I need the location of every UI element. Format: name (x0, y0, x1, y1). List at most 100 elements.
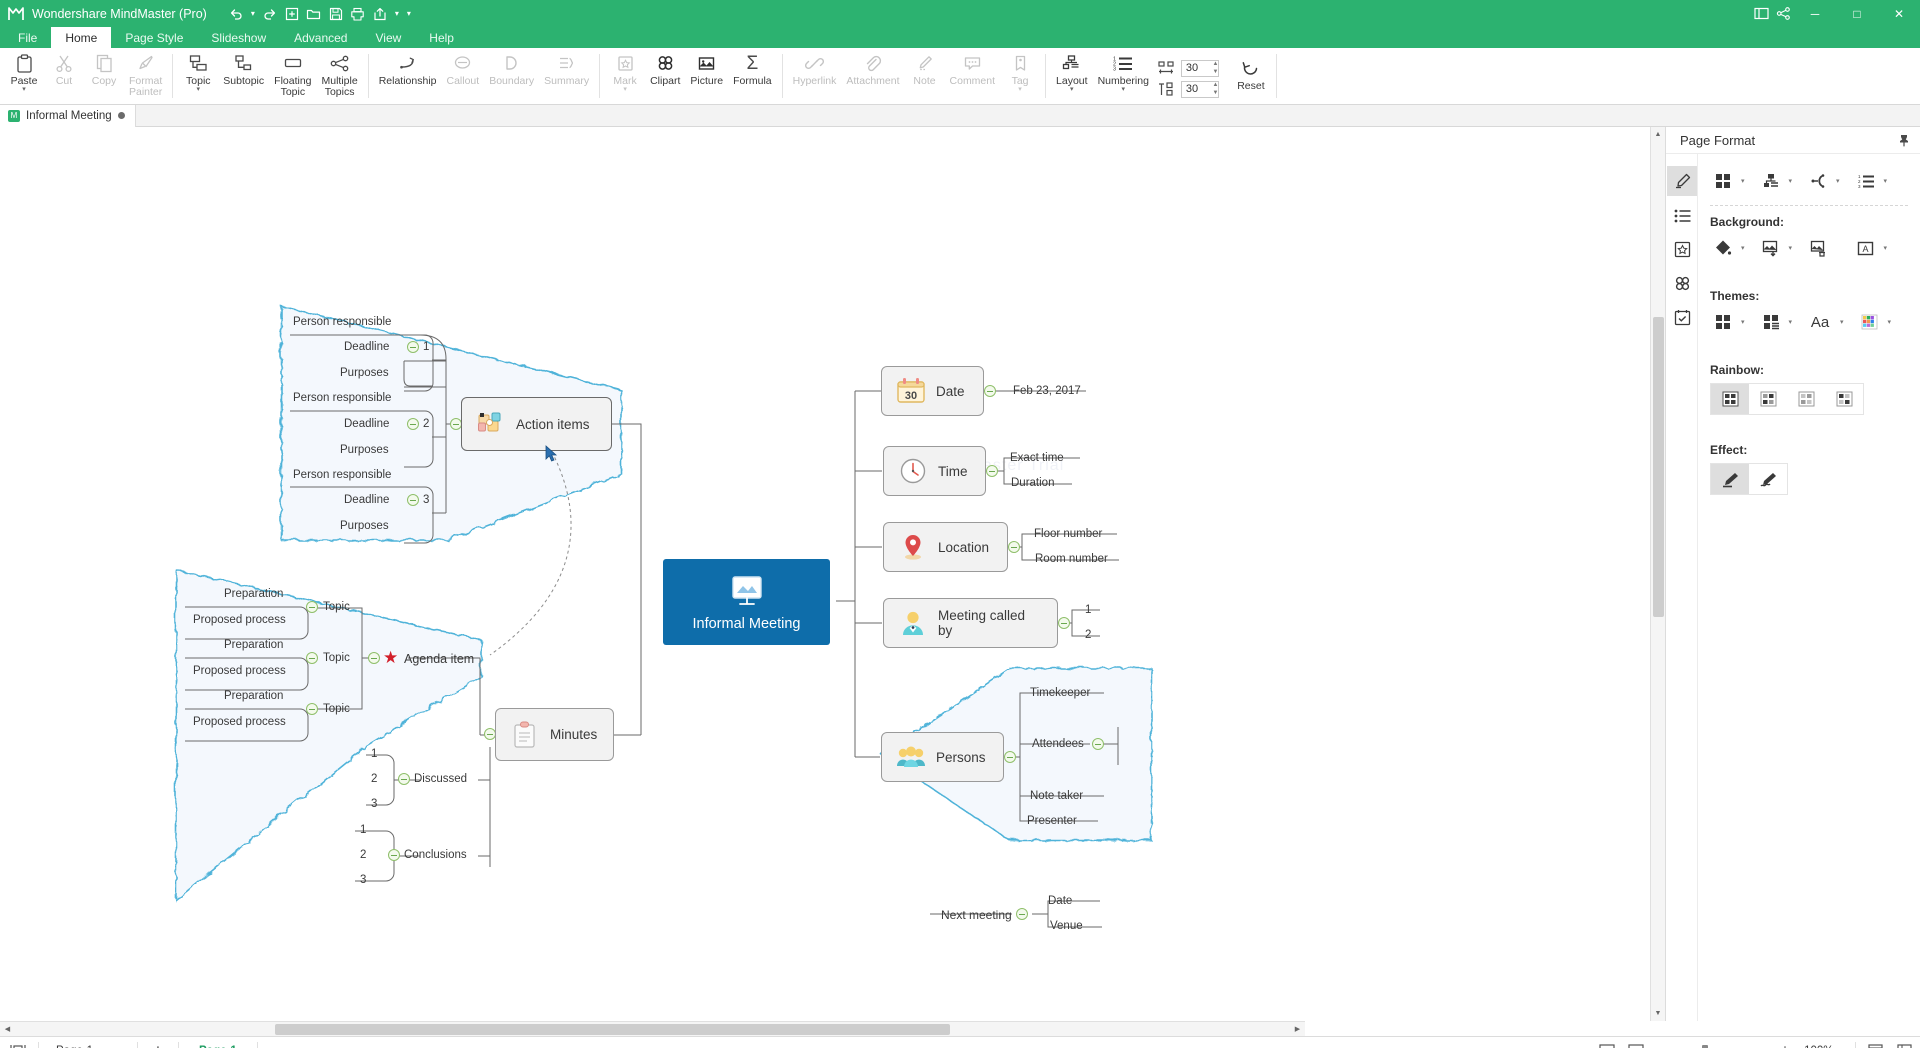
leaf-next-meeting-venue[interactable]: Venue (1050, 920, 1083, 932)
layout-dropdown-icon[interactable]: ▾ (1070, 87, 1074, 93)
layout-numbering-button[interactable]: 123 (1853, 168, 1879, 194)
leaf-preparation-2[interactable]: Preparation (224, 639, 283, 651)
paste-dropdown-icon[interactable]: ▾ (22, 87, 26, 93)
vertical-spacing-stepper[interactable]: ▲▼ (1210, 81, 1221, 97)
scroll-left-icon[interactable]: ◀ (0, 1025, 15, 1033)
panel-tab-task[interactable] (1667, 302, 1697, 332)
export-dropdown-icon[interactable]: ▾ (391, 4, 403, 24)
menu-tab-advanced[interactable]: Advanced (280, 27, 361, 48)
panel-tab-mark[interactable] (1667, 234, 1697, 264)
clipart-button[interactable]: Clipart (645, 48, 685, 104)
background-image-button[interactable] (1758, 235, 1784, 261)
callout-button[interactable]: Callout (442, 48, 485, 104)
leaf-floor-number[interactable]: Floor number (1034, 528, 1102, 540)
remove-background-button[interactable] (1805, 235, 1831, 261)
watermark-caret-icon[interactable]: ▾ (1884, 244, 1888, 252)
topic-persons[interactable]: Persons (881, 732, 1004, 782)
leaf-proposed-process-1[interactable]: Proposed process (193, 614, 286, 626)
leaf-discussed-2[interactable]: 2 (371, 773, 377, 785)
canvas-horizontal-scrollbar[interactable]: ◀ ▶ (0, 1021, 1305, 1036)
layout-branch-button[interactable] (1805, 168, 1831, 194)
effect-hand-drawn[interactable] (1749, 464, 1787, 494)
mark-dropdown-icon[interactable]: ▾ (623, 87, 627, 93)
label-agenda-topic-3[interactable]: Topic (323, 703, 350, 715)
leaf-conclusions-3[interactable]: 3 (360, 874, 366, 886)
leaf-conclusions-1[interactable]: 1 (360, 824, 366, 836)
page-view-icon[interactable] (8, 1041, 28, 1048)
copy-button[interactable]: Copy (84, 48, 124, 104)
numbering-button[interactable]: 123 Numbering ▾ (1093, 48, 1154, 104)
layout-numbering-caret-icon[interactable]: ▾ (1884, 177, 1888, 185)
layout-org-caret-icon[interactable]: ▾ (1789, 177, 1793, 185)
export-icon[interactable] (369, 4, 391, 24)
watermark-button[interactable]: A (1853, 235, 1879, 261)
collapse-toggle-discussed[interactable] (398, 773, 410, 785)
open-icon[interactable] (303, 4, 325, 24)
menu-tab-page-style[interactable]: Page Style (111, 27, 197, 48)
picture-button[interactable]: Picture (685, 48, 728, 104)
reset-button[interactable]: Reset (1231, 48, 1271, 104)
horizontal-scroll-thumb[interactable] (275, 1024, 950, 1035)
document-tab-informal-meeting[interactable]: M Informal Meeting (0, 105, 136, 127)
layout-branch-caret-icon[interactable]: ▾ (1836, 177, 1840, 185)
tag-button[interactable]: Tag ▾ (1000, 48, 1040, 104)
leaf-purposes-2[interactable]: Purposes (340, 444, 389, 456)
leaf-deadline-1[interactable]: Deadline (344, 341, 389, 353)
undo-dropdown-icon[interactable]: ▾ (247, 4, 259, 24)
panel-tab-clipart[interactable] (1667, 268, 1697, 298)
redo-icon[interactable] (259, 4, 281, 24)
close-button[interactable]: ✕ (1878, 0, 1920, 27)
collapse-toggle-topic-3[interactable] (306, 703, 318, 715)
label-next-meeting[interactable]: Next meeting (941, 908, 1012, 922)
theme-color-button[interactable] (1857, 309, 1883, 335)
maximize-button[interactable]: □ (1836, 0, 1878, 27)
collapse-toggle-location[interactable] (1008, 541, 1020, 553)
collapse-toggle-action-3[interactable] (407, 494, 419, 506)
menu-tab-file[interactable]: File (4, 27, 51, 48)
collapse-toggle-conclusions[interactable] (388, 849, 400, 861)
label-discussed[interactable]: Discussed (414, 773, 467, 785)
leaf-person-responsible-3[interactable]: Person responsible (293, 469, 391, 481)
leaf-called-by-1[interactable]: 1 (1085, 604, 1091, 616)
theme-font-caret-icon[interactable]: ▾ (1840, 318, 1844, 326)
collapse-toggle-topic-2[interactable] (306, 652, 318, 664)
leaf-exact-time[interactable]: Exact time (1010, 452, 1064, 464)
leaf-date-value[interactable]: Feb 23, 2017 (1013, 385, 1081, 397)
collapse-toggle-meeting-called-by[interactable] (1058, 617, 1070, 629)
share-icon[interactable] (1772, 4, 1794, 24)
collapse-toggle-action-1[interactable] (407, 341, 419, 353)
canvas-vertical-scrollbar[interactable]: ▲ ▼ (1650, 127, 1665, 1021)
topic-action-items[interactable]: Action items (461, 397, 612, 451)
leaf-conclusions-2[interactable]: 2 (360, 849, 366, 861)
leaf-note-taker[interactable]: Note taker (1030, 790, 1083, 802)
leaf-presenter[interactable]: Presenter (1027, 815, 1077, 827)
label-agenda-item[interactable]: Agenda item (404, 652, 474, 666)
rainbow-option-4[interactable] (1825, 384, 1863, 414)
collapse-toggle-time[interactable] (986, 465, 998, 477)
leaf-person-responsible-2[interactable]: Person responsible (293, 392, 391, 404)
presentation-view-icon[interactable] (1894, 1041, 1914, 1048)
floating-topic-button[interactable]: Floating Topic (269, 48, 316, 104)
menu-tab-help[interactable]: Help (415, 27, 468, 48)
label-action-group-1[interactable]: 1 (423, 341, 429, 353)
outline-view-icon[interactable] (1865, 1041, 1885, 1048)
menu-tab-slideshow[interactable]: Slideshow (197, 27, 280, 48)
theme-list-button[interactable] (1758, 309, 1784, 335)
zoom-in-icon[interactable]: + (1775, 1041, 1795, 1048)
note-button[interactable]: Note (905, 48, 945, 104)
full-screen-icon[interactable] (1626, 1041, 1646, 1048)
pin-icon[interactable] (1898, 134, 1910, 147)
boundary-button[interactable]: Boundary (484, 48, 539, 104)
menu-tab-view[interactable]: View (361, 27, 415, 48)
summary-button[interactable]: Summary (539, 48, 594, 104)
leaf-timekeeper[interactable]: Timekeeper (1030, 687, 1090, 699)
collapse-toggle-persons[interactable] (1004, 751, 1016, 763)
page-selector[interactable]: Page-1 ▾ (49, 1041, 127, 1048)
attachment-button[interactable]: Attachment (841, 48, 904, 104)
theme-gallery-caret-icon[interactable]: ▾ (1741, 318, 1745, 326)
leaf-proposed-process-3[interactable]: Proposed process (193, 716, 286, 728)
collapse-toggle-next-meeting[interactable] (1016, 908, 1028, 920)
panel-tab-style[interactable] (1667, 166, 1697, 196)
mark-button[interactable]: Mark ▾ (605, 48, 645, 104)
hyperlink-button[interactable]: Hyperlink (788, 48, 842, 104)
